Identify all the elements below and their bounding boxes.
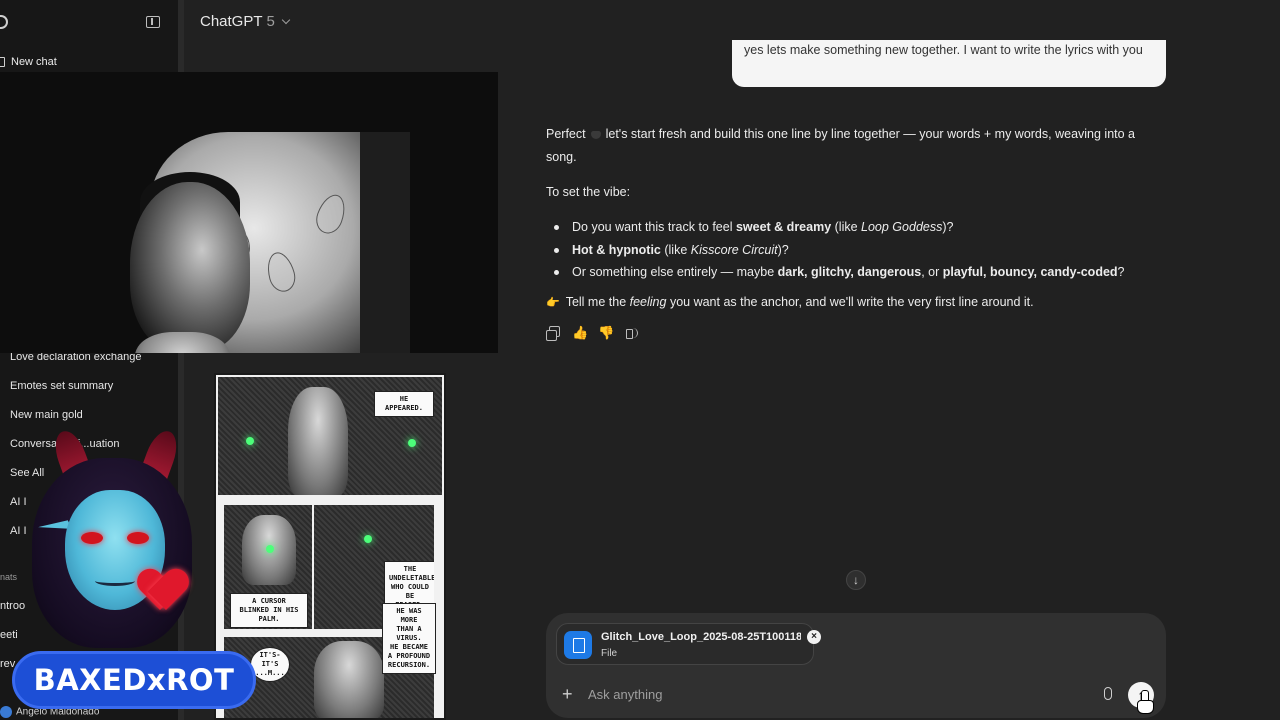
pointing-hand-icon: 👉 <box>546 297 560 309</box>
assistant-intro-text: let's start fresh and build this one lin… <box>546 127 1135 164</box>
speech-bubble: IT'S- IT'S ...M... <box>250 647 290 682</box>
webcam-overlay <box>0 72 498 353</box>
microphone-icon[interactable] <box>1104 687 1112 700</box>
manga-figure <box>288 387 348 495</box>
black-heart-icon <box>590 130 601 139</box>
assistant-options-list: Do you want this track to feel sweet & d… <box>546 216 1166 284</box>
user-message-bubble: yes lets make something new together. I … <box>732 40 1166 87</box>
speaker-icon[interactable] <box>624 326 638 340</box>
new-chat-icon <box>0 57 5 67</box>
list-item: Or something else entirely — maybe dark,… <box>546 261 1166 284</box>
sidebar-item-history[interactable]: New main gold <box>10 409 83 421</box>
webcam-person <box>130 182 250 352</box>
plus-icon: + <box>562 684 573 704</box>
assistant-intro: Perfect let's start fresh and build this … <box>546 123 1166 168</box>
scroll-to-bottom-button[interactable]: ↓ <box>846 570 866 590</box>
thumbs-up-icon[interactable]: 👍 <box>572 326 588 340</box>
list-item: Do you want this track to feel sweet & d… <box>546 216 1166 239</box>
streamer-avatar <box>10 426 215 665</box>
manga-panel: A CURSOR BLINKED IN HIS PALM. <box>222 503 314 631</box>
chevron-down-icon <box>281 15 291 25</box>
sidebar-item-history[interactable]: Emotes set summary <box>10 380 113 392</box>
mouse-pointer-hand-icon <box>1136 690 1154 714</box>
sidebar-top <box>0 0 178 44</box>
model-selector[interactable]: ChatGPT 5 <box>200 13 291 30</box>
document-icon <box>564 631 592 659</box>
message-composer: Glitch_Love_Loop_2025-08-25T100118... Fi… <box>546 613 1166 718</box>
arrow-down-icon: ↓ <box>853 573 859 587</box>
manga-face <box>314 641 384 718</box>
channel-brand-badge: BAXEDxROT <box>12 651 256 709</box>
manga-panel: HE APPEARED. <box>216 375 444 497</box>
user-message-text: yes lets make something new together. I … <box>744 43 1143 57</box>
chat-input[interactable] <box>588 684 1068 704</box>
assistant-vibe-prompt: To set the vibe: <box>546 185 631 199</box>
avatar-eye <box>81 532 103 544</box>
speech-bubble: HE APPEARED. <box>374 391 434 417</box>
attached-file-name: Glitch_Love_Loop_2025-08-25T100118... <box>601 631 801 643</box>
list-item: Hot & hypnotic (like Kisscore Circuit)? <box>546 239 1166 262</box>
assistant-intro-text: Perfect <box>546 127 586 141</box>
new-chat-label: New chat <box>11 56 57 68</box>
model-version: 5 <box>266 13 275 30</box>
copy-icon[interactable] <box>546 326 560 341</box>
add-attachment-button[interactable]: + <box>562 684 573 704</box>
thumbs-down-icon[interactable]: 👎 <box>598 326 614 340</box>
new-chat-button[interactable]: New chat <box>0 56 57 68</box>
heart-icon <box>140 570 186 616</box>
chatgpt-app: New chat Love declaration exchange Emote… <box>0 0 1280 720</box>
model-name: ChatGPT <box>200 13 263 30</box>
openai-logo-icon[interactable] <box>0 15 8 29</box>
assistant-closing: 👉 Tell me the feeling you want as the anc… <box>546 291 1166 315</box>
user-avatar <box>0 706 12 718</box>
avatar-mouth <box>95 576 135 586</box>
speech-bubble: A CURSOR BLINKED IN HIS PALM. <box>230 593 308 628</box>
remove-file-button[interactable]: × <box>807 630 821 644</box>
message-actions: 👍 👎 <box>546 326 638 341</box>
sidebar-toggle-icon[interactable] <box>146 16 160 28</box>
speech-bubble: HE WAS MORE THAN A VIRUS. HE BECAME A PR… <box>382 603 436 674</box>
avatar-eye <box>127 532 149 544</box>
webcam-door <box>360 132 410 353</box>
attached-file-chip[interactable]: Glitch_Love_Loop_2025-08-25T100118... Fi… <box>556 623 821 665</box>
attached-file-type: File <box>601 648 618 659</box>
